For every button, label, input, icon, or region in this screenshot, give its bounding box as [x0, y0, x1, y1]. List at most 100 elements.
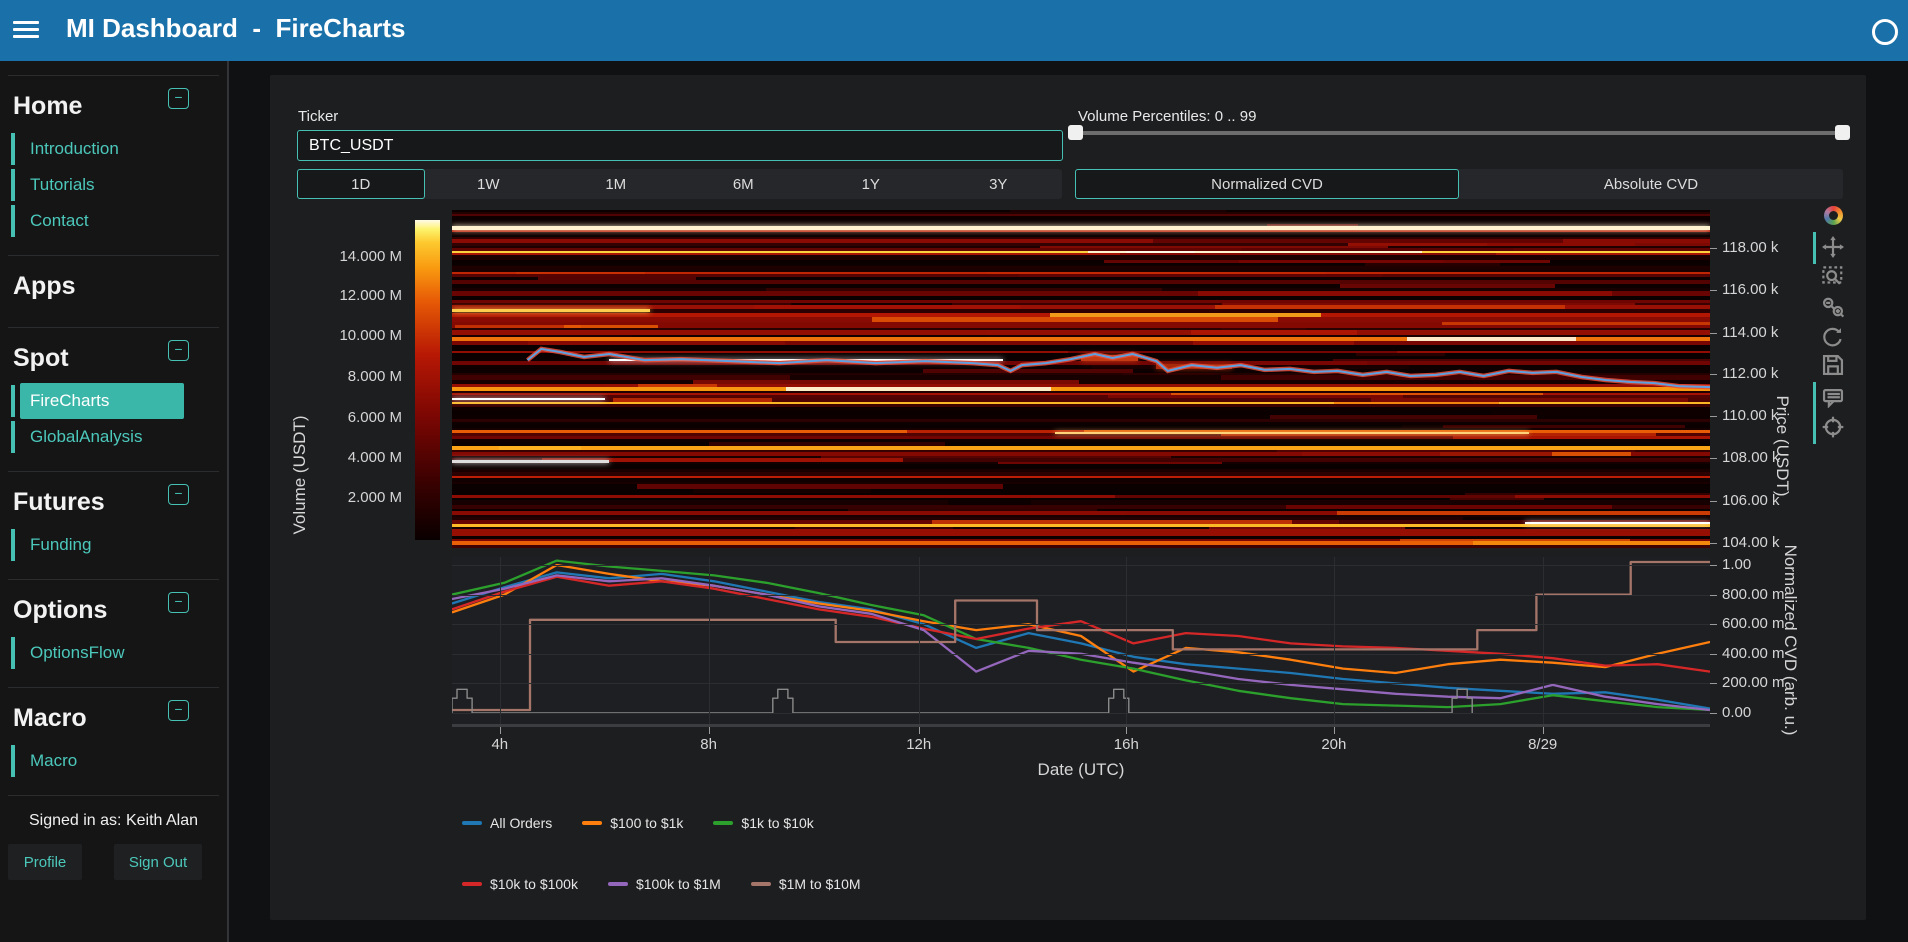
sidebar-item-label: OptionsFlow — [30, 643, 124, 663]
ticker-input[interactable] — [297, 130, 1063, 161]
sidebar-section-spot: Spot−FireChartsGlobalAnalysis — [0, 328, 227, 461]
x-tickmark — [919, 727, 920, 734]
range-button-3y[interactable]: 3Y — [935, 169, 1063, 199]
x-tickmark — [1126, 727, 1127, 734]
range-button-1y[interactable]: 1Y — [807, 169, 935, 199]
signout-button[interactable]: Sign Out — [114, 844, 202, 880]
legend-swatch — [751, 882, 771, 886]
x-tick-label: 8/29 — [1513, 736, 1573, 753]
sidebar-item-optionsflow[interactable]: OptionsFlow — [11, 635, 227, 671]
cvd-series-overlay — [452, 557, 1710, 724]
price-tickmark — [1710, 543, 1717, 544]
vertical-gridline — [1334, 557, 1335, 724]
collapse-icon[interactable]: − — [168, 340, 189, 361]
sidebar-item-tutorials[interactable]: Tutorials — [11, 167, 227, 203]
zoom-in-out-icon[interactable] — [1822, 296, 1844, 318]
section-title: Macro — [13, 704, 227, 733]
cvd-line-chart[interactable] — [452, 557, 1710, 727]
firecharts-app: MI Dashboard - FireCharts Home−Introduct… — [0, 0, 1908, 942]
price-tick-label: 106.00 k — [1722, 492, 1780, 509]
cvd-tickmark — [1710, 595, 1717, 596]
vertical-gridline — [500, 557, 501, 724]
range-button-6m[interactable]: 6M — [680, 169, 808, 199]
sidebar-item-label: Introduction — [30, 139, 119, 159]
x-axis-title: Date (UTC) — [1011, 760, 1151, 780]
sidebar-item-macro[interactable]: Macro — [11, 743, 227, 779]
crosshair-icon[interactable] — [1822, 416, 1844, 438]
range-button-1m[interactable]: 1M — [552, 169, 680, 199]
range-button-1d[interactable]: 1D — [297, 169, 425, 199]
box-zoom-icon[interactable] — [1822, 266, 1844, 288]
sidebar-item-contact[interactable]: Contact — [11, 203, 227, 239]
volume-percentiles-slider[interactable] — [1075, 131, 1843, 135]
cvd-button-absolute-cvd[interactable]: Absolute CVD — [1459, 169, 1843, 199]
volume-tick-label: 14.000 M — [282, 248, 402, 265]
vertical-gridline — [1543, 557, 1544, 724]
sidebar-section-home: Home−IntroductionTutorialsContact — [0, 76, 227, 245]
sidebar-item-label: GlobalAnalysis — [30, 427, 142, 447]
legend-label: $10k to $100k — [490, 876, 578, 892]
legend-item--1k-to-10k[interactable]: $1k to $10k — [713, 815, 813, 831]
sidebar-item-label: FireCharts — [30, 391, 109, 411]
legend-item--1m-to-10m[interactable]: $1M to $10M — [751, 876, 861, 892]
sidebar-item-globalanalysis[interactable]: GlobalAnalysis — [11, 419, 227, 455]
volume-tick-label: 2.000 M — [282, 489, 402, 506]
plotly-logo-icon[interactable] — [1824, 206, 1843, 225]
fire-heatmap[interactable] — [452, 210, 1710, 548]
sidebar-nav: Home−IntroductionTutorialsContactAppsSpo… — [0, 75, 227, 785]
sidebar-item-funding[interactable]: Funding — [11, 527, 227, 563]
horizontal-gridline — [452, 683, 1710, 684]
price-tick-label: 108.00 k — [1722, 449, 1780, 466]
legend-item--100k-to-1m[interactable]: $100k to $1M — [608, 876, 721, 892]
horizontal-gridline — [452, 713, 1710, 714]
x-tick-label: 12h — [889, 736, 949, 753]
legend-swatch — [582, 821, 602, 825]
volume-tick-label: 4.000 M — [282, 449, 402, 466]
horizontal-gridline — [452, 565, 1710, 566]
range-button-1w[interactable]: 1W — [425, 169, 553, 199]
vertical-gridline — [709, 557, 710, 724]
collapse-icon[interactable]: − — [168, 592, 189, 613]
price-tickmark — [1710, 501, 1717, 502]
legend-item--100-to-1k[interactable]: $100 to $1k — [582, 815, 683, 831]
cvd-tick-label: 600.00 m — [1722, 615, 1785, 632]
modebar-separator — [1813, 232, 1816, 264]
slider-handle-max[interactable] — [1835, 125, 1850, 140]
slider-handle-min[interactable] — [1068, 125, 1083, 140]
hamburger-menu-icon[interactable] — [13, 17, 39, 43]
cvd-axis-title: Normalized CVD (arb. u.) — [1780, 530, 1800, 750]
reset-axes-icon[interactable] — [1822, 326, 1844, 348]
pan-icon[interactable] — [1822, 236, 1844, 258]
legend-swatch — [462, 882, 482, 886]
price-tick-label: 104.00 k — [1722, 534, 1780, 551]
price-tickmark — [1710, 416, 1717, 417]
price-line-overlay — [452, 210, 1710, 548]
collapse-icon[interactable]: − — [168, 484, 189, 505]
collapse-icon[interactable]: − — [168, 700, 189, 721]
modebar-separator — [1813, 382, 1816, 444]
legend-item-all-orders[interactable]: All Orders — [462, 815, 552, 831]
divider — [8, 795, 219, 796]
volume-tick-label: 8.000 M — [282, 368, 402, 385]
accent-bar — [11, 421, 15, 453]
cvd-tickmark — [1710, 654, 1717, 655]
cvd-button-normalized-cvd[interactable]: Normalized CVD — [1075, 169, 1459, 199]
profile-button[interactable]: Profile — [8, 844, 82, 880]
sidebar-item-label: Contact — [30, 211, 89, 231]
vertical-gridline — [919, 557, 920, 724]
legend-item--10k-to-100k[interactable]: $10k to $100k — [462, 876, 578, 892]
account-buttons: Profile Sign Out — [8, 844, 227, 880]
accent-bar — [11, 133, 15, 165]
save-icon[interactable] — [1822, 354, 1844, 376]
cvd-tickmark — [1710, 565, 1717, 566]
legend-swatch — [713, 821, 733, 825]
status-circle-icon[interactable] — [1872, 19, 1898, 45]
collapse-icon[interactable]: − — [168, 88, 189, 109]
price-tickmark — [1710, 290, 1717, 291]
cvd-button-group: Normalized CVDAbsolute CVD — [1075, 169, 1843, 199]
x-tick-label: 16h — [1096, 736, 1156, 753]
hover-tooltip-icon[interactable] — [1822, 386, 1844, 408]
sidebar-item-firecharts[interactable]: FireCharts — [11, 383, 227, 419]
legend-row: $10k to $100k $100k to $1M $1M to $10M — [462, 876, 861, 892]
sidebar-item-introduction[interactable]: Introduction — [11, 131, 227, 167]
